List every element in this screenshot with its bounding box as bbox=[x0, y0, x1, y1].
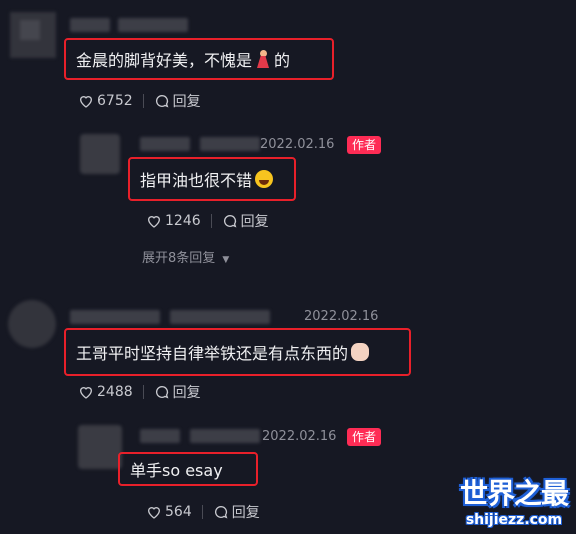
heart-icon[interactable] bbox=[78, 384, 94, 400]
comment-date: 2022.02.16 bbox=[260, 137, 335, 152]
reply-icon[interactable] bbox=[222, 213, 238, 229]
comment-actions: 2488 回复 bbox=[78, 382, 201, 402]
dancer-emoji-icon bbox=[256, 50, 270, 68]
comment-text-highlight: 指甲油也很不错 bbox=[128, 157, 296, 201]
fist-emoji-icon bbox=[351, 343, 370, 361]
divider bbox=[142, 385, 144, 399]
divider bbox=[142, 94, 144, 108]
reply-button[interactable]: 回复 bbox=[232, 502, 260, 522]
like-count[interactable]: 6752 bbox=[97, 93, 133, 109]
author-badge: 作者 bbox=[347, 428, 382, 446]
comment-text-highlight: 金晨的脚背好美，不愧是 的 bbox=[64, 38, 334, 80]
comment-text-suffix: 的 bbox=[274, 51, 291, 70]
reply-button[interactable]: 回复 bbox=[241, 211, 269, 231]
watermark-url: shijiezz.com bbox=[465, 512, 563, 528]
avatar[interactable] bbox=[10, 12, 56, 58]
comment-text: 单手so esay bbox=[130, 461, 223, 480]
comment-text: 金晨的脚背好美，不愧是 bbox=[76, 51, 253, 70]
heart-icon[interactable] bbox=[146, 504, 162, 520]
expand-replies-button[interactable]: 展开8条回复 ▼ bbox=[142, 247, 229, 266]
reply-button[interactable]: 回复 bbox=[173, 91, 201, 111]
reply-icon[interactable] bbox=[154, 384, 170, 400]
avatar[interactable] bbox=[8, 300, 56, 348]
comment-text: 王哥平时坚持自律举铁还是有点东西的 bbox=[76, 344, 349, 363]
comment-actions: 1246 回复 bbox=[146, 211, 269, 231]
like-count[interactable]: 564 bbox=[165, 504, 192, 520]
chevron-down-icon: ▼ bbox=[222, 255, 230, 265]
heart-icon[interactable] bbox=[146, 213, 162, 229]
comment-text: 指甲油也很不错 bbox=[140, 171, 253, 190]
expand-replies-label: 展开8条回复 bbox=[142, 251, 216, 266]
avatar[interactable] bbox=[78, 425, 122, 469]
heart-icon[interactable] bbox=[78, 93, 94, 109]
comment-date: 2022.02.16 bbox=[304, 309, 379, 324]
watermark-title: 世界之最 bbox=[459, 477, 569, 510]
reply-icon[interactable] bbox=[213, 504, 229, 520]
author-badge: 作者 bbox=[347, 136, 382, 154]
comment-actions: 564 回复 bbox=[146, 502, 260, 522]
comment-text-highlight: 单手so esay bbox=[118, 452, 258, 486]
site-watermark: 世界之最 shijiezz.com bbox=[459, 472, 569, 528]
like-count[interactable]: 1246 bbox=[165, 213, 201, 229]
laughing-emoji-icon bbox=[255, 170, 274, 188]
comment-text-highlight: 王哥平时坚持自律举铁还是有点东西的 bbox=[64, 328, 411, 376]
reply-icon[interactable] bbox=[154, 93, 170, 109]
avatar[interactable] bbox=[80, 134, 120, 174]
reply-button[interactable]: 回复 bbox=[173, 382, 201, 402]
divider bbox=[201, 505, 203, 519]
like-count[interactable]: 2488 bbox=[97, 384, 133, 400]
divider bbox=[210, 214, 212, 228]
comment-actions: 6752 回复 bbox=[78, 91, 201, 111]
comment-date: 2022.02.16 bbox=[262, 429, 337, 444]
